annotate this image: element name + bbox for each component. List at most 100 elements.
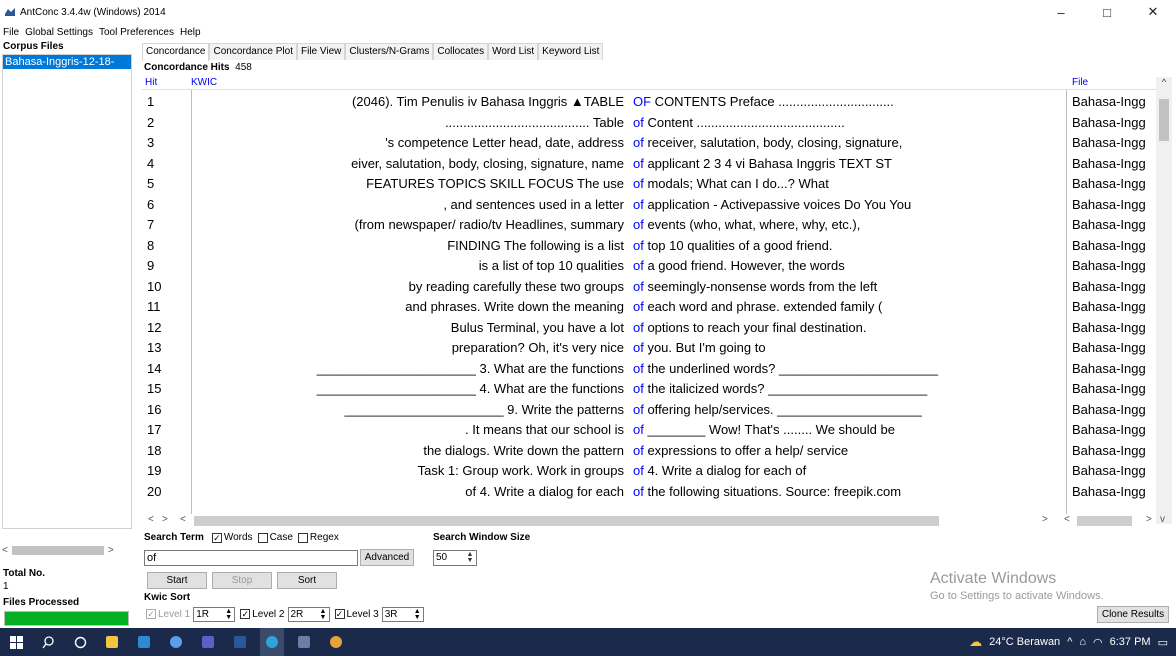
stop-button[interactable]: Stop xyxy=(212,572,272,589)
kwic-right-context[interactable]: of the italicized words? _______________… xyxy=(633,379,927,399)
file-name-cell[interactable]: Bahasa-Ingg xyxy=(1072,482,1146,502)
kwic-left-context[interactable]: FINDING The following is a list xyxy=(192,236,624,256)
tab-clusters-ngrams[interactable]: Clusters/N-Grams xyxy=(345,43,434,60)
kwic-right-context[interactable]: of 4. Write a dialog for each of xyxy=(633,461,806,481)
file-name-cell[interactable]: Bahasa-Ingg xyxy=(1072,379,1146,399)
spinner-arrows-icon[interactable]: ▲ ▼ xyxy=(465,551,475,564)
kwic-left-context[interactable]: by reading carefully these two groups xyxy=(192,277,624,297)
kwic-right-context[interactable]: of the following situations. Source: fre… xyxy=(633,482,901,502)
kwic-right-context[interactable]: of ________ Wow! That's ........ We shou… xyxy=(633,420,895,440)
column-header-file[interactable]: File xyxy=(1072,77,1088,88)
tab-concordance-plot[interactable]: Concordance Plot xyxy=(209,43,297,60)
level2-spinner[interactable]: 2R ▲ ▼ xyxy=(287,606,330,622)
scroll-right-arrow[interactable]: > xyxy=(162,514,168,525)
file-name-cell[interactable]: Bahasa-Ingg xyxy=(1072,461,1146,481)
kwic-left-context[interactable]: the dialogs. Write down the pattern xyxy=(192,441,624,461)
scroll-thumb[interactable] xyxy=(1159,99,1169,141)
file-name-cell[interactable]: Bahasa-Ingg xyxy=(1072,174,1146,194)
file-name-cell[interactable]: Bahasa-Ingg xyxy=(1072,92,1146,112)
edge-icon[interactable] xyxy=(260,628,284,656)
kwic-keyword[interactable]: of xyxy=(633,340,644,355)
clone-results-button[interactable]: Clone Results xyxy=(1097,606,1169,623)
kwic-left-context[interactable]: eiver, salutation, body, closing, signat… xyxy=(192,154,624,174)
column-header-hit[interactable]: Hit xyxy=(145,77,157,88)
kwic-left-context[interactable]: of 4. Write a dialog for each xyxy=(192,482,624,502)
kwic-right-context[interactable]: of applicant 2 3 4 vi Bahasa Inggris TEX… xyxy=(633,154,892,174)
kwic-left-context[interactable]: and phrases. Write down the meaning xyxy=(192,297,624,317)
kwic-keyword[interactable]: of xyxy=(633,217,644,232)
scroll-right-arrow[interactable]: > xyxy=(108,545,114,556)
results-horizontal-scrollbar[interactable]: < > < > < > v xyxy=(142,514,1172,528)
kwic-right-context[interactable]: of events (who, what, where, why, etc.), xyxy=(633,215,860,235)
antconc-taskbar-icon[interactable] xyxy=(292,628,316,656)
regex-checkbox[interactable] xyxy=(297,532,308,543)
menu-file[interactable]: File xyxy=(0,27,22,38)
file-name-cell[interactable]: Bahasa-Ingg xyxy=(1072,338,1146,358)
kwic-right-context[interactable]: of the underlined words? _______________… xyxy=(633,359,938,379)
kwic-keyword[interactable]: of xyxy=(633,258,644,273)
kwic-right-context[interactable]: of modals; What can I do...? What xyxy=(633,174,829,194)
file-name-cell[interactable]: Bahasa-Ingg xyxy=(1072,256,1146,276)
kwic-left-context[interactable]: (2046). Tim Penulis iv Bahasa Inggris ▲T… xyxy=(192,92,624,112)
scroll-left-arrow[interactable]: < xyxy=(2,545,8,556)
column-header-kwic[interactable]: KWIC xyxy=(191,77,217,88)
kwic-left-context[interactable]: . It means that our school is xyxy=(192,420,624,440)
maximize-button[interactable]: □ xyxy=(1084,0,1130,24)
scroll-thumb[interactable] xyxy=(1077,516,1132,526)
kwic-left-context[interactable]: (from newspaper/ radio/tv Headlines, sum… xyxy=(192,215,625,235)
scroll-thumb[interactable] xyxy=(194,516,939,526)
kwic-keyword[interactable]: of xyxy=(633,135,644,150)
teams-icon[interactable] xyxy=(196,628,220,656)
words-checkbox[interactable]: ✓ xyxy=(211,532,222,543)
windows-start-icon[interactable] xyxy=(4,628,28,656)
level3-spinner[interactable]: 3R ▲ ▼ xyxy=(381,606,424,622)
tab-collocates[interactable]: Collocates xyxy=(433,43,489,60)
tab-file-view[interactable]: File View xyxy=(296,43,346,60)
advanced-button[interactable]: Advanced xyxy=(360,549,414,566)
kwic-right-context[interactable]: of top 10 qualities of a good friend. xyxy=(633,236,832,256)
kwic-keyword[interactable]: of xyxy=(633,402,644,417)
kwic-column[interactable]: (2046). Tim Penulis iv Bahasa Inggris ▲T… xyxy=(191,90,1067,514)
kwic-left-context[interactable]: ______________________ 3. What are the f… xyxy=(192,359,624,379)
file-name-cell[interactable]: Bahasa-Ingg xyxy=(1072,420,1146,440)
corpus-files-scrollbar[interactable]: < > xyxy=(2,543,132,557)
kwic-left-context[interactable]: FEATURES TOPICS SKILL FOCUS The use xyxy=(192,174,624,194)
corpus-file-item[interactable]: Bahasa-Inggris-12-18- xyxy=(3,55,131,69)
scroll-down-arrow[interactable]: v xyxy=(1160,514,1165,525)
tab-word-list[interactable]: Word List xyxy=(488,43,539,60)
search-window-size-spinner[interactable]: 50 ▲ ▼ xyxy=(433,550,477,566)
file-name-cell[interactable]: Bahasa-Ingg xyxy=(1072,400,1146,420)
scroll-right-arrow[interactable]: > xyxy=(1042,514,1048,525)
kwic-keyword[interactable]: of xyxy=(633,176,644,191)
kwic-keyword[interactable]: of xyxy=(633,463,644,478)
file-name-cell[interactable]: Bahasa-Ingg xyxy=(1072,441,1146,461)
case-checkbox[interactable] xyxy=(257,532,268,543)
kwic-right-context[interactable]: of you. But I'm going to xyxy=(633,338,766,358)
task-view-icon[interactable] xyxy=(68,628,92,656)
kwic-left-context[interactable]: ______________________ 4. What are the f… xyxy=(192,379,624,399)
scroll-up-arrow[interactable]: ^ xyxy=(1156,77,1172,87)
scroll-left-arrow[interactable]: < xyxy=(148,514,154,525)
notification-icon[interactable]: ▭ xyxy=(1158,636,1168,649)
kwic-right-context[interactable]: of offering help/services. _____________… xyxy=(633,400,922,420)
level3-checkbox[interactable]: ✓ xyxy=(334,609,345,619)
weather-text[interactable]: 24°C Berawan xyxy=(989,636,1060,648)
word-icon[interactable] xyxy=(228,628,252,656)
kwic-keyword[interactable]: of xyxy=(633,156,644,171)
kwic-right-context[interactable]: of Content .............................… xyxy=(633,113,845,133)
spinner-arrows-icon[interactable]: ▲ ▼ xyxy=(224,608,233,621)
file-name-cell[interactable]: Bahasa-Ingg xyxy=(1072,215,1146,235)
kwic-keyword[interactable]: of xyxy=(633,238,644,253)
file-name-cell[interactable]: Bahasa-Ingg xyxy=(1072,318,1146,338)
kwic-left-context[interactable]: ______________________ 9. Write the patt… xyxy=(192,400,625,420)
kwic-keyword[interactable]: of xyxy=(633,115,644,130)
wifi-icon[interactable]: ◠ xyxy=(1093,636,1103,649)
kwic-right-context[interactable]: of seemingly-nonsense words from the lef… xyxy=(633,277,877,297)
clock[interactable]: 6:37 PM xyxy=(1110,636,1151,648)
scroll-thumb[interactable] xyxy=(11,545,104,555)
calendar-app-icon[interactable] xyxy=(132,628,156,656)
results-vertical-scrollbar[interactable]: ^ xyxy=(1156,77,1172,524)
kwic-right-context[interactable]: of application - Activepassive voices Do… xyxy=(633,195,911,215)
chrome-icon[interactable] xyxy=(164,628,188,656)
minimize-button[interactable]: – xyxy=(1038,0,1084,24)
